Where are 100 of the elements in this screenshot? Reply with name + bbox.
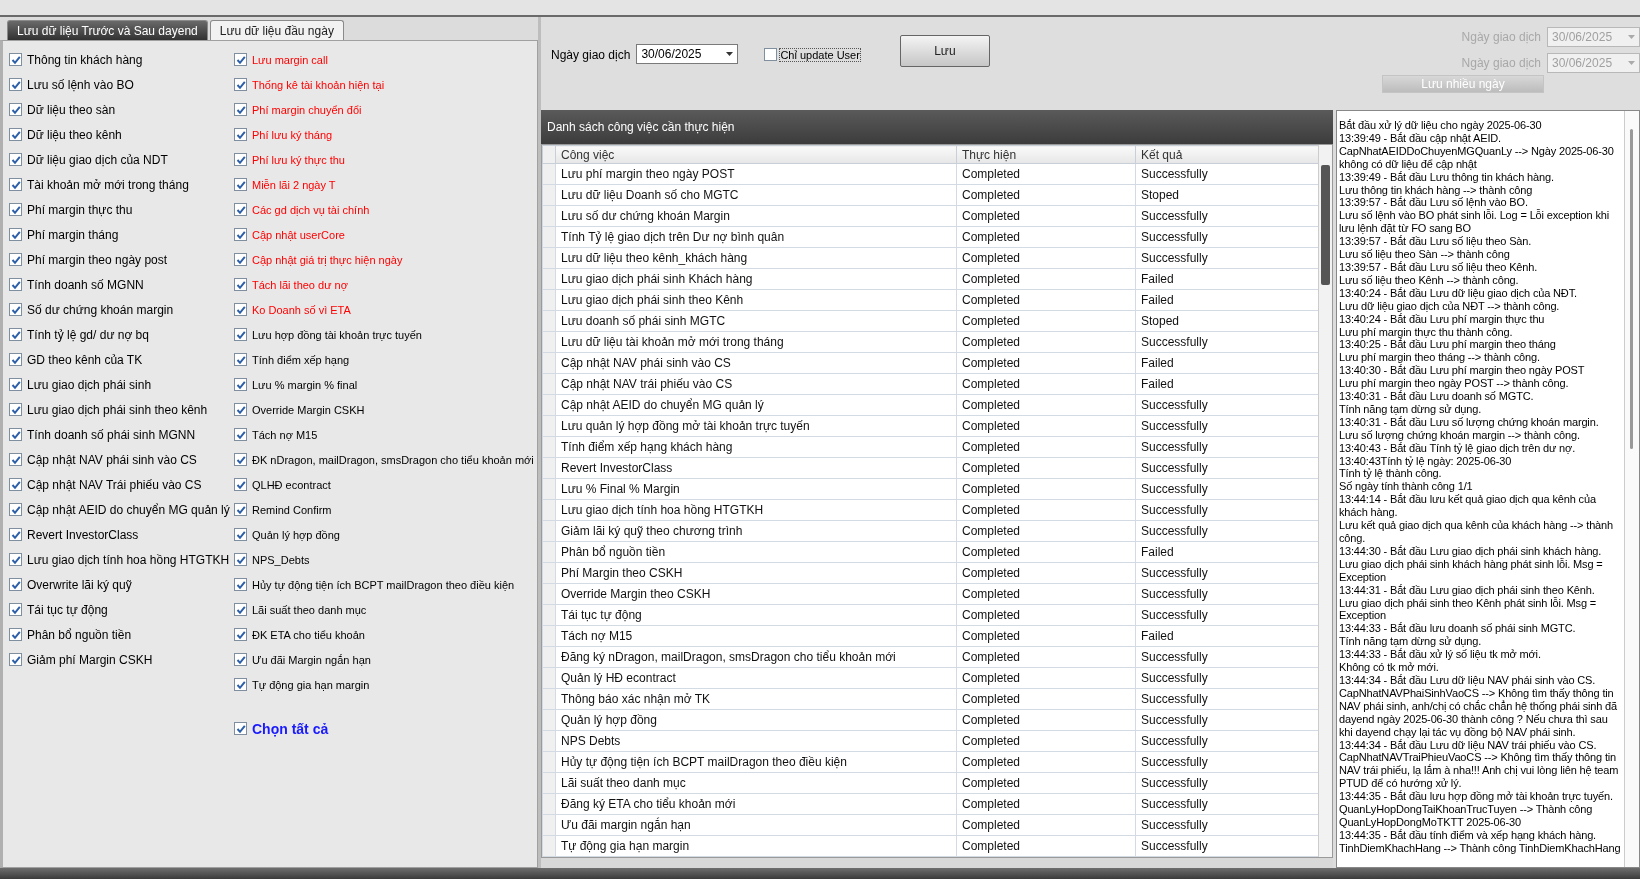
checkbox-label[interactable]: GD theo kênh của TK	[27, 352, 143, 367]
checkbox[interactable]	[234, 628, 247, 641]
checkbox-label[interactable]: Số dư chứng khoán margin	[27, 302, 174, 317]
checkbox[interactable]	[9, 603, 22, 616]
checkbox[interactable]	[234, 53, 247, 66]
checkbox-label[interactable]: Tự động gia hạn margin	[252, 678, 370, 691]
checkbox[interactable]	[9, 278, 22, 291]
checkbox-label[interactable]: Tái tục tự động	[27, 602, 108, 617]
checkbox-label[interactable]: Dữ liệu giao dịch của NDT	[27, 152, 168, 167]
checkbox[interactable]	[234, 203, 247, 216]
checkbox-label[interactable]: Cập nhật NAV Trái phiếu vào CS	[27, 477, 202, 492]
checkbox-label[interactable]: Dữ liệu theo sàn	[27, 102, 116, 117]
checkbox-label[interactable]: Revert InvestorClass	[27, 527, 139, 542]
checkbox-label[interactable]: Remind Confirm	[252, 503, 332, 516]
checkbox[interactable]	[9, 153, 22, 166]
checkbox-label[interactable]: Chỉ update User	[780, 48, 860, 61]
checkbox-label[interactable]: ĐK nDragon, mailDragon, smsDragon cho tiểu khoản mới	[252, 453, 534, 466]
checkbox[interactable]	[234, 553, 247, 566]
checkbox[interactable]	[9, 228, 22, 241]
checkbox-label[interactable]: Thông tin khách hàng	[27, 52, 143, 67]
checkbox[interactable]	[234, 428, 247, 441]
checkbox[interactable]	[234, 578, 247, 591]
checkbox-label[interactable]: Ưu đãi Margin ngắn hạn	[252, 653, 371, 666]
checkbox-label[interactable]: Tính tỷ lệ gd/ dư nợ bq	[27, 327, 149, 342]
checkbox-label[interactable]: Tính điểm xếp hạng	[252, 353, 350, 366]
checkbox-label[interactable]: Lưu số lệnh vào BO	[27, 77, 134, 92]
checkbox[interactable]	[234, 103, 247, 116]
checkbox-label[interactable]: Overwrite lãi ký quỹ	[27, 577, 132, 592]
checkbox[interactable]	[234, 503, 247, 516]
checkbox[interactable]	[9, 528, 22, 541]
checkbox[interactable]	[9, 628, 22, 641]
checkbox-label[interactable]: Tính doanh số phái sinh MGNN	[27, 427, 196, 442]
checkbox-label[interactable]: Hủy tự động tiện ích BCPT mailDragon theo điều kiện	[252, 578, 515, 591]
checkbox-label[interactable]: ĐK ETA cho tiểu khoản	[252, 628, 365, 641]
checkbox[interactable]	[234, 403, 247, 416]
checkbox[interactable]	[234, 678, 247, 691]
checkbox[interactable]	[234, 128, 247, 141]
checkbox-label[interactable]: Giảm phí Margin CSKH	[27, 652, 153, 667]
checkbox[interactable]	[9, 103, 22, 116]
checkbox-label[interactable]: Cập nhật NAV phái sinh vào CS	[27, 452, 197, 467]
checkbox[interactable]	[234, 478, 247, 491]
column-header[interactable]: Thực hiện	[956, 145, 1136, 164]
checkbox-label[interactable]: NPS_Debts	[252, 553, 310, 566]
checkbox[interactable]	[9, 303, 22, 316]
tab[interactable]: Lưu dữ liệu Trước và Sau dayend	[7, 20, 208, 41]
checkbox-label[interactable]: Tài khoản mở mới trong tháng	[27, 177, 189, 192]
checkbox[interactable]	[234, 153, 247, 166]
checkbox[interactable]	[234, 78, 247, 91]
checkbox[interactable]	[9, 378, 22, 391]
checkbox[interactable]	[9, 78, 22, 91]
checkbox[interactable]	[9, 553, 22, 566]
checkbox-label[interactable]: Tách nợ M15	[252, 428, 318, 441]
checkbox[interactable]	[234, 328, 247, 341]
scrollbar[interactable]	[1624, 111, 1639, 867]
tab[interactable]: Lưu dữ liệu đầu ngày	[209, 20, 344, 42]
checkbox[interactable]	[9, 453, 22, 466]
checkbox[interactable]	[234, 353, 247, 366]
checkbox[interactable]	[9, 353, 22, 366]
checkbox[interactable]	[9, 478, 22, 491]
checkbox[interactable]	[9, 178, 22, 191]
checkbox-label[interactable]: Dữ liệu theo kênh	[27, 127, 122, 142]
checkbox-label[interactable]: Phân bổ nguồn tiền	[27, 627, 132, 642]
checkbox[interactable]	[234, 278, 247, 291]
checkbox[interactable]	[234, 178, 247, 191]
column-header[interactable]: Kết quả	[1135, 145, 1319, 164]
scrollbar[interactable]	[1318, 145, 1332, 857]
checkbox[interactable]	[234, 228, 247, 241]
checkbox[interactable]	[9, 203, 22, 216]
checkbox[interactable]	[9, 503, 22, 516]
checkbox[interactable]	[234, 303, 247, 316]
checkbox[interactable]	[9, 403, 22, 416]
checkbox-label[interactable]: Lưu giao dịch tính hoa hồng HTGTKH	[27, 552, 230, 567]
checkbox-label[interactable]: Cập nhật AEID do chuyển MG quản lý	[27, 502, 230, 517]
checkbox[interactable]	[9, 428, 22, 441]
checkbox[interactable]	[9, 253, 22, 266]
checkbox[interactable]	[9, 578, 22, 591]
checkbox-label[interactable]: Phí margin theo ngày post	[27, 252, 168, 267]
checkbox[interactable]	[234, 253, 247, 266]
select-all-label[interactable]: Chọn tất cả	[252, 720, 329, 737]
checkbox[interactable]	[234, 528, 247, 541]
checkbox-label[interactable]: Override Margin CSKH	[252, 403, 365, 416]
checkbox-label[interactable]: Lưu giao dịch phái sinh theo kênh	[27, 402, 208, 417]
checkbox[interactable]	[234, 653, 247, 666]
scrollbar-thumb[interactable]	[1630, 129, 1633, 449]
checkbox[interactable]	[9, 328, 22, 341]
column-header[interactable]: Công việc	[555, 145, 957, 164]
checkbox[interactable]	[234, 453, 247, 466]
checkbox-label[interactable]: Lãi suất theo danh mục	[252, 603, 367, 616]
caret-icon[interactable]	[726, 52, 734, 56]
save-button[interactable]: Lưu	[899, 35, 990, 67]
checkbox-label[interactable]: Quản lý hợp đồng	[252, 528, 340, 541]
checkbox-label[interactable]: Lưu % margin % final	[252, 378, 358, 391]
date-field[interactable]: 30/06/2025	[636, 44, 739, 64]
checkbox-label[interactable]: Phí margin tháng	[27, 227, 119, 242]
checkbox-label[interactable]: Lưu hợp đồng tài khoản trực tuyến	[252, 328, 422, 341]
scrollbar-thumb[interactable]	[1321, 165, 1330, 285]
checkbox-label[interactable]: Tính doanh số MGNN	[27, 277, 144, 292]
checkbox[interactable]	[9, 53, 22, 66]
checkbox[interactable]	[9, 653, 22, 666]
checkbox[interactable]	[234, 378, 247, 391]
